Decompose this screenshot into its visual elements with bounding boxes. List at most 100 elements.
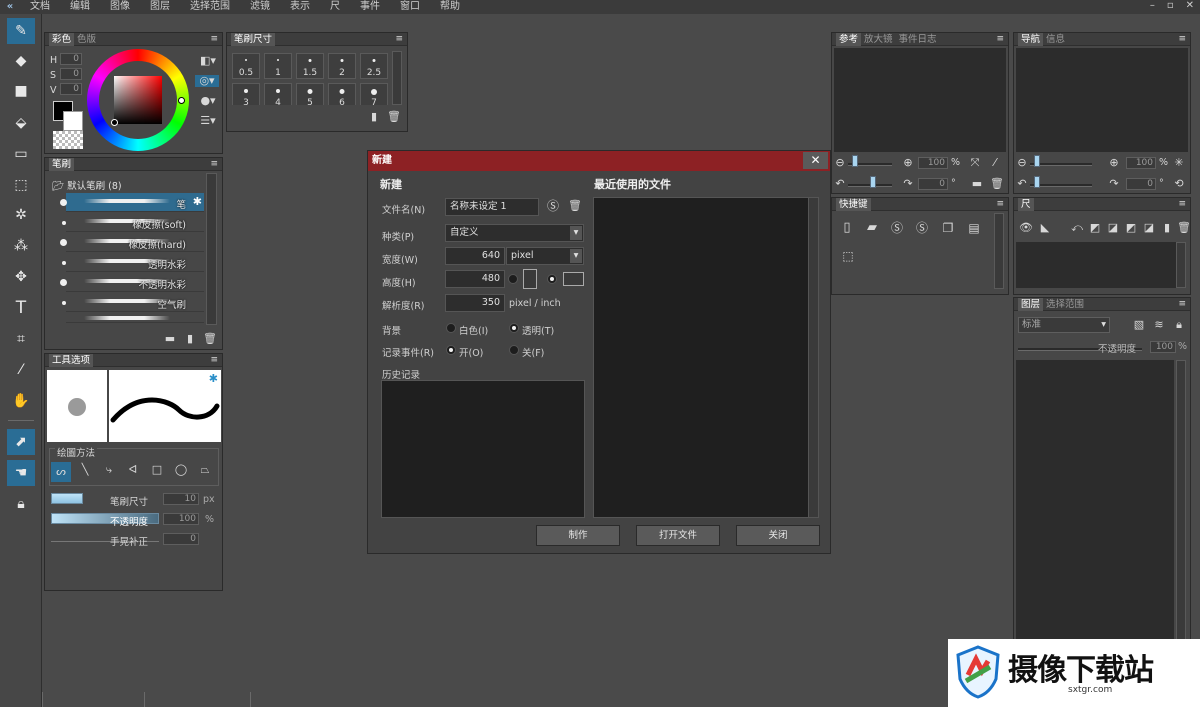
hand-tool-icon[interactable]: ✋	[7, 388, 35, 414]
slider-knob[interactable]	[870, 176, 876, 188]
rotate-right-icon[interactable]: ↷	[902, 178, 914, 190]
s-input[interactable]: 0	[60, 68, 82, 80]
ruler-angle-icon[interactable]: ◣	[1038, 222, 1052, 234]
fit-icon[interactable]: ⤧	[968, 157, 982, 169]
rotate-left-icon[interactable]: ↶	[834, 178, 846, 190]
type-select[interactable]: 自定义 ▾	[445, 224, 584, 242]
brush-item[interactable]	[66, 313, 204, 323]
folder-icon[interactable]: ▬	[970, 178, 984, 190]
transparent-color-swatch[interactable]	[53, 131, 83, 149]
brush-size-input[interactable]: 10	[163, 493, 199, 505]
select-rect-tool-icon[interactable]: ⬚	[7, 172, 35, 198]
lock-icon[interactable]: 🔒︎	[1172, 319, 1186, 331]
brush-item[interactable]: 笔 ✱	[60, 193, 204, 212]
copy-icon[interactable]: ▮	[1160, 222, 1174, 234]
menu-ruler[interactable]: 尺	[320, 0, 350, 14]
menu-selection[interactable]: 选择范围	[180, 0, 240, 14]
tab-magnifier[interactable]: 放大镜	[861, 33, 896, 46]
new-file-icon[interactable]: ▯	[840, 221, 854, 234]
save-as-icon[interactable]: Ⓢ	[914, 222, 930, 234]
record-off-radio[interactable]	[509, 345, 519, 355]
opacity-input[interactable]: 100	[163, 513, 199, 525]
hand-lock-icon[interactable]: ☚	[7, 460, 35, 486]
app-logo-icon[interactable]: «	[0, 0, 20, 14]
brush-item[interactable]: 空气刷	[62, 293, 204, 312]
menu-edit[interactable]: 编辑	[60, 0, 100, 14]
brush-size-cell[interactable]: 5	[296, 83, 324, 105]
ruler-list[interactable]	[1016, 242, 1176, 288]
color-wheel-mode-icon[interactable]: ◎▾	[195, 75, 219, 87]
layer-opacity-input[interactable]: 100	[1150, 341, 1176, 353]
brush-item[interactable]: 橡皮擦(hard)	[60, 233, 204, 252]
history-list[interactable]	[381, 380, 585, 518]
line-icon[interactable]: ╲	[77, 464, 93, 476]
dialog-close-button[interactable]: ✕	[803, 152, 828, 169]
brush-item[interactable]: 不透明水彩	[60, 273, 204, 292]
eraser-tool-icon[interactable]: ◆	[7, 48, 35, 74]
curve-icon[interactable]: ⤷	[101, 464, 117, 476]
panel-menu-icon[interactable]: ≡	[1178, 33, 1186, 46]
trash-icon[interactable]: 🗑︎	[1177, 222, 1191, 234]
brush-size-cell[interactable]: 2	[328, 53, 356, 79]
delete-preset-icon[interactable]: 🗑︎	[568, 200, 582, 212]
zoom-in-icon[interactable]: ⊕	[902, 157, 914, 169]
landscape-radio[interactable]	[547, 274, 557, 284]
panel-menu-icon[interactable]: ≡	[996, 33, 1004, 46]
blend-mode-select[interactable]: 标准 ▾	[1018, 317, 1110, 333]
copy-icon[interactable]: ▮	[367, 111, 381, 123]
height-input[interactable]: 480	[445, 270, 505, 288]
menu-view[interactable]: 表示	[280, 0, 320, 14]
close-window-icon[interactable]: ✕	[1186, 0, 1194, 14]
tab-reference[interactable]: 参考	[836, 32, 862, 46]
panel-menu-icon[interactable]: ≡	[210, 158, 218, 171]
trash-icon[interactable]: 🗑︎	[203, 333, 217, 345]
rotate-right-icon[interactable]: ↷	[1108, 178, 1120, 190]
slider-knob[interactable]	[1034, 176, 1040, 188]
tab-event-log[interactable]: 事件日志	[896, 33, 940, 46]
eyedropper-tool-icon[interactable]: ⁄	[7, 357, 35, 383]
unit-select[interactable]: pixel ▾	[506, 247, 584, 265]
ruler-perspective-3-icon[interactable]: ◩	[1124, 222, 1138, 234]
open-file-button[interactable]: 打开文件	[636, 525, 720, 546]
v-input[interactable]: 0	[60, 83, 82, 95]
brush-size-cell[interactable]: 6	[328, 83, 356, 105]
copy-icon[interactable]: ▮	[183, 333, 197, 345]
bg-white-radio[interactable]	[446, 323, 456, 333]
ruler-perspective-4-icon[interactable]: ◪	[1142, 222, 1156, 234]
text-tool-icon[interactable]: T	[7, 295, 35, 321]
color-swatch-mode-icon[interactable]: ●▾	[197, 95, 219, 107]
trash-icon[interactable]: 🗑︎	[990, 178, 1004, 190]
shortcut-scrollbar[interactable]	[994, 213, 1004, 289]
ruler-scrollbar[interactable]	[1176, 242, 1186, 288]
recent-files-list[interactable]	[593, 197, 819, 518]
create-button[interactable]: 制作	[536, 525, 620, 546]
eyedropper-icon[interactable]: ⁄	[988, 157, 1002, 169]
tab-navigator[interactable]: 导航	[1018, 32, 1044, 46]
undo-icon[interactable]: ⤺	[1070, 222, 1084, 234]
navigator-rotate-input[interactable]: 0	[1126, 178, 1156, 190]
loading-icon[interactable]: ✳	[1172, 157, 1186, 169]
close-button[interactable]: 关闭	[736, 525, 820, 546]
reference-rotate-input[interactable]: 0	[918, 178, 948, 190]
zoom-in-icon[interactable]: ⊕	[1108, 157, 1120, 169]
menu-window[interactable]: 窗口	[390, 0, 430, 14]
panel-menu-icon[interactable]: ≡	[210, 354, 218, 367]
move-tool-icon[interactable]: ✥	[7, 264, 35, 290]
sv-picker-handle[interactable]	[111, 119, 118, 126]
trash-icon[interactable]: 🗑︎	[387, 111, 401, 123]
color-mode-icon[interactable]: ◧▾	[197, 55, 219, 67]
bg-transparent-radio[interactable]	[509, 323, 519, 333]
slider-knob[interactable]	[1034, 155, 1040, 167]
brush-size-cell[interactable]: 2.5	[360, 53, 388, 79]
gradient-tool-icon[interactable]: ▭	[7, 141, 35, 167]
reference-zoom-input[interactable]: 100	[918, 157, 948, 169]
brush-item[interactable]: 透明水彩	[62, 253, 204, 272]
brush-size-cell[interactable]: 1.5	[296, 53, 324, 79]
h-input[interactable]: 0	[60, 53, 82, 65]
brush-size-slider[interactable]	[51, 493, 83, 504]
tab-color[interactable]: 彩色	[49, 32, 75, 46]
saturation-value-square[interactable]	[114, 76, 162, 124]
polyline-icon[interactable]: ᐊ	[125, 464, 141, 476]
record-on-label[interactable]: 开(O)	[459, 345, 483, 359]
rotate-left-icon[interactable]: ↶	[1016, 178, 1028, 190]
